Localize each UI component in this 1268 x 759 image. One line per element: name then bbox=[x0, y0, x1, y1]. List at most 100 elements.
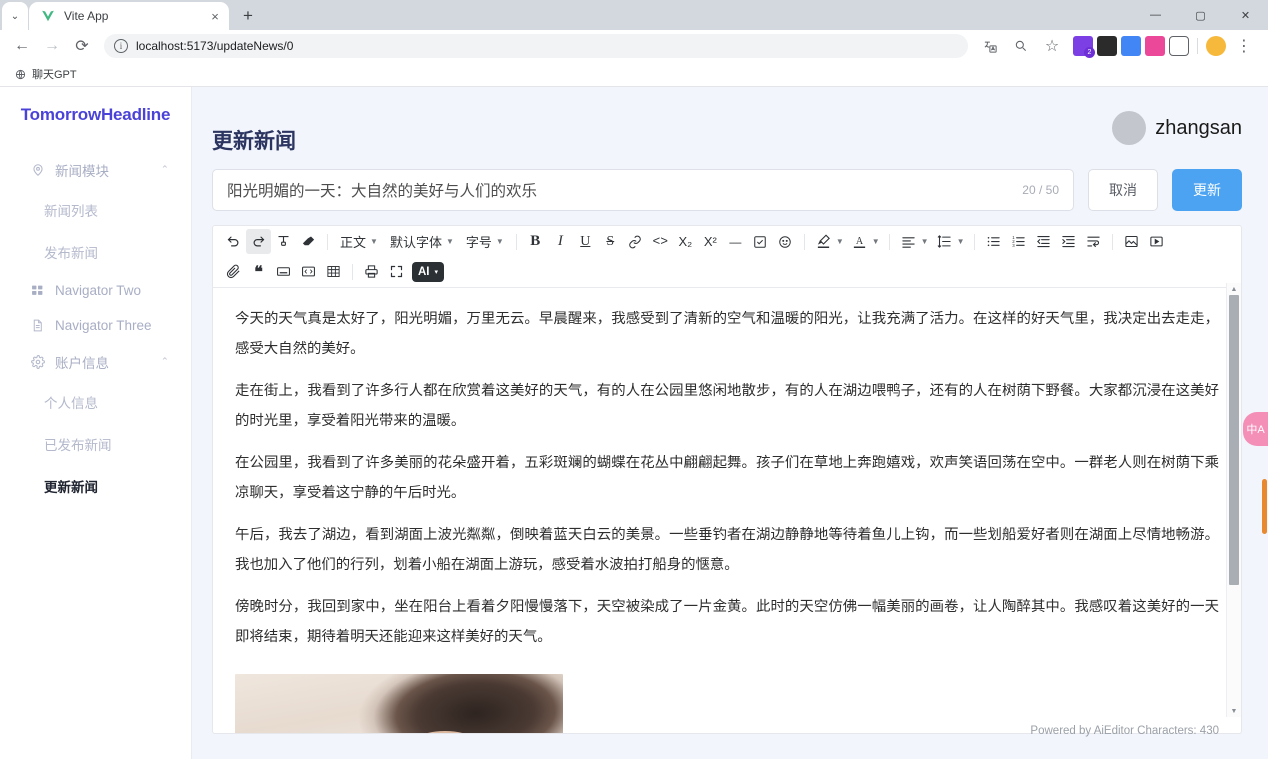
bullet-list-icon[interactable] bbox=[981, 229, 1006, 254]
extension-dark-icon[interactable] bbox=[1097, 36, 1117, 56]
news-title-input[interactable]: 阳光明媚的一天：大自然的美好与人们的欢乐 20 / 50 bbox=[212, 169, 1074, 211]
sidebar-item-label: Navigator Two bbox=[55, 283, 142, 298]
sidebar-item-news-list[interactable]: 新闻列表 bbox=[0, 189, 191, 231]
close-icon[interactable]: × bbox=[207, 8, 223, 24]
browser-menu-icon[interactable]: ⋮ bbox=[1230, 32, 1258, 60]
code-block-icon[interactable] bbox=[296, 259, 321, 284]
maximize-icon[interactable]: ▢ bbox=[1178, 0, 1223, 30]
sidebar: TomorrowHeadline 新闻模块 ⌃ 新闻列表 发布新闻 Naviga… bbox=[0, 87, 192, 759]
undo-icon[interactable] bbox=[221, 229, 246, 254]
editor-paragraph: 在公园里，我看到了许多美丽的花朵盛开着，五彩斑斓的蝴蝶在花丛中翩翩起舞。孩子们在… bbox=[235, 455, 1219, 501]
scroll-up-icon[interactable]: ▲ bbox=[1231, 283, 1238, 295]
strikethrough-icon[interactable]: S bbox=[598, 229, 623, 254]
italic-icon[interactable]: I bbox=[548, 229, 573, 254]
underline-icon[interactable]: U bbox=[573, 229, 598, 254]
print-icon[interactable] bbox=[359, 259, 384, 284]
sidebar-item-update-news[interactable]: 更新新闻 bbox=[0, 465, 191, 507]
minimize-icon[interactable]: — bbox=[1133, 0, 1178, 30]
sidebar-item-label: 新闻模块 bbox=[55, 164, 109, 179]
back-icon[interactable]: ← bbox=[8, 32, 36, 60]
window-close-icon[interactable]: ✕ bbox=[1223, 0, 1268, 30]
browser-tab[interactable]: Vite App × bbox=[29, 2, 229, 30]
sidebar-item-news-module[interactable]: 新闻模块 ⌃ bbox=[0, 151, 191, 189]
editor-scrollbar[interactable]: ▲ ▼ bbox=[1226, 283, 1241, 717]
chevron-down-icon: ▾ bbox=[434, 268, 439, 276]
sidebar-item-navigator-two[interactable]: Navigator Two bbox=[0, 273, 191, 308]
todo-list-icon[interactable] bbox=[748, 229, 773, 254]
text-wrap-icon[interactable] bbox=[1081, 229, 1106, 254]
browser-nav-toolbar: ← → ⟳ i localhost:5173/updateNews/0 ☆ 2 bbox=[0, 30, 1268, 62]
translate-icon[interactable] bbox=[976, 32, 1004, 60]
profile-avatar-icon[interactable] bbox=[1206, 36, 1226, 56]
bold-icon[interactable]: B bbox=[523, 229, 548, 254]
forward-icon[interactable]: → bbox=[38, 32, 66, 60]
extension-pink-icon[interactable] bbox=[1145, 36, 1165, 56]
cancel-button[interactable]: 取消 bbox=[1088, 169, 1158, 211]
sidebar-item-account-info[interactable]: 账户信息 ⌃ bbox=[0, 343, 191, 381]
subscript-icon[interactable]: X₂ bbox=[673, 229, 698, 254]
line-height-dropdown[interactable]: ▼ bbox=[932, 229, 968, 254]
clear-format-icon[interactable] bbox=[296, 229, 321, 254]
new-tab-button[interactable]: + bbox=[234, 2, 262, 30]
emoji-icon[interactable] bbox=[773, 229, 798, 254]
highlight-color-dropdown[interactable]: ▼ bbox=[811, 229, 847, 254]
divider bbox=[515, 233, 517, 250]
editor-paragraph: 今天的天气真是太好了，阳光明媚，万里无云。早晨醒来，我感受到了清新的空气和温暖的… bbox=[235, 311, 1219, 357]
site-info-icon[interactable]: i bbox=[114, 39, 128, 53]
scroll-down-icon[interactable]: ▼ bbox=[1231, 705, 1238, 717]
insert-image-icon[interactable] bbox=[1119, 229, 1144, 254]
font-family-dropdown[interactable]: 默认字体 ▼ bbox=[384, 229, 460, 254]
font-size-dropdown[interactable]: 字号 ▼ bbox=[460, 229, 510, 254]
bookmark-item[interactable]: 聊天GPT bbox=[10, 64, 81, 84]
container-icon[interactable] bbox=[271, 259, 296, 284]
sidebar-item-personal-info[interactable]: 个人信息 bbox=[0, 381, 191, 423]
tab-search-button[interactable]: ⌄ bbox=[2, 2, 28, 30]
title-row: 阳光明媚的一天：大自然的美好与人们的欢乐 20 / 50 取消 更新 bbox=[212, 169, 1242, 211]
paragraph-style-dropdown[interactable]: 正文 ▼ bbox=[334, 229, 384, 254]
news-title-value: 阳光明媚的一天：大自然的美好与人们的欢乐 bbox=[227, 183, 538, 200]
font-color-icon[interactable]: A bbox=[847, 229, 872, 254]
zoom-icon[interactable] bbox=[1007, 32, 1035, 60]
link-icon[interactable] bbox=[623, 229, 648, 254]
translate-floating-button[interactable]: 中A bbox=[1243, 412, 1268, 446]
inline-code-icon[interactable]: <> bbox=[648, 229, 673, 254]
quote-icon[interactable]: ❝ bbox=[246, 259, 271, 284]
font-color-dropdown[interactable]: A ▼ bbox=[847, 229, 883, 254]
ordered-list-icon[interactable]: 123 bbox=[1006, 229, 1031, 254]
text-align-dropdown[interactable]: ▼ bbox=[896, 229, 932, 254]
align-left-icon[interactable] bbox=[896, 229, 921, 254]
divider bbox=[352, 263, 353, 280]
attachment-icon[interactable] bbox=[221, 259, 246, 284]
line-height-icon[interactable] bbox=[932, 229, 957, 254]
format-painter-icon[interactable] bbox=[271, 229, 296, 254]
divider bbox=[803, 233, 805, 250]
update-button[interactable]: 更新 bbox=[1172, 169, 1242, 211]
horizontal-rule-icon[interactable]: — bbox=[723, 229, 748, 254]
divider bbox=[888, 233, 890, 250]
fullscreen-icon[interactable] bbox=[384, 259, 409, 284]
page-scrollbar-thumb[interactable] bbox=[1262, 479, 1267, 534]
superscript-icon[interactable]: X² bbox=[698, 229, 723, 254]
ai-assistant-button[interactable]: AI ▾ bbox=[412, 261, 445, 282]
scrollbar-track[interactable] bbox=[1227, 295, 1241, 705]
editor-content-area[interactable]: 今天的天气真是太好了，阳光明媚，万里无云。早晨醒来，我感受到了清新的空气和温暖的… bbox=[213, 288, 1241, 733]
redo-icon[interactable] bbox=[246, 229, 271, 254]
sidebar-group-news: 新闻模块 ⌃ 新闻列表 发布新闻 bbox=[0, 151, 191, 273]
sidebar-item-publish-news[interactable]: 发布新闻 bbox=[0, 231, 191, 273]
bookmark-label: 聊天GPT bbox=[32, 69, 77, 81]
table-icon[interactable] bbox=[321, 259, 346, 284]
scrollbar-thumb[interactable] bbox=[1229, 295, 1239, 585]
outdent-icon[interactable] bbox=[1031, 229, 1056, 254]
indent-icon[interactable] bbox=[1056, 229, 1081, 254]
user-info[interactable]: zhangsan bbox=[1112, 107, 1242, 145]
extensions-puzzle-icon[interactable] bbox=[1169, 36, 1189, 56]
extension-blue-icon[interactable] bbox=[1121, 36, 1141, 56]
highlighter-icon[interactable] bbox=[811, 229, 836, 254]
address-bar[interactable]: i localhost:5173/updateNews/0 bbox=[104, 34, 968, 58]
bookmark-star-icon[interactable]: ☆ bbox=[1038, 32, 1066, 60]
insert-video-icon[interactable] bbox=[1144, 229, 1169, 254]
extension-purple-icon[interactable]: 2 bbox=[1073, 36, 1095, 58]
sidebar-item-published-news[interactable]: 已发布新闻 bbox=[0, 423, 191, 465]
sidebar-item-navigator-three[interactable]: Navigator Three bbox=[0, 308, 191, 343]
reload-icon[interactable]: ⟳ bbox=[68, 32, 96, 60]
